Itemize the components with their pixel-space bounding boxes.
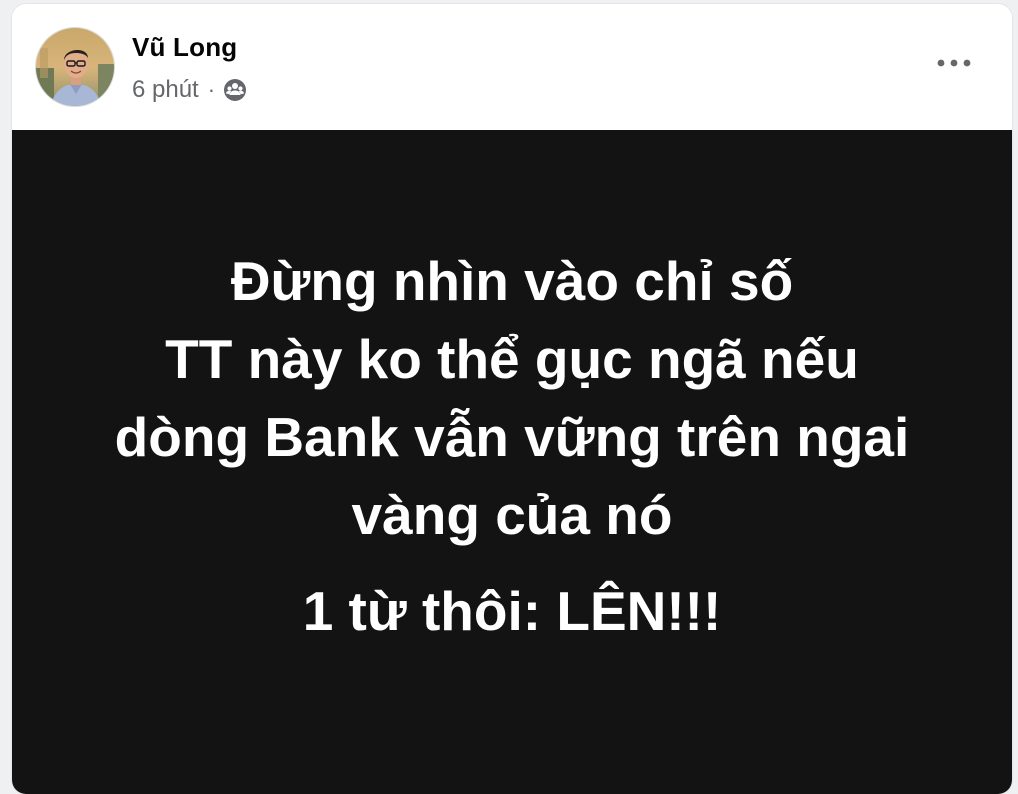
post-body-text: Đừng nhìn vào chỉ số TT này ko thể gục n… [12,242,1012,650]
more-options-icon [937,59,971,67]
post-timestamp[interactable]: 6 phút [132,76,199,104]
avatar-photo-icon [36,28,114,106]
post-text-line: vàng của nó [351,484,673,546]
post-text-spacer [12,554,1012,572]
post-text-background: Đừng nhìn vào chỉ số TT này ko thể gục n… [12,130,1012,794]
post-card: Vũ Long 6 phút · Đừng nhìn vào chỉ số TT… [12,4,1012,794]
post-header: Vũ Long 6 phút · [12,4,1012,130]
author-name[interactable]: Vũ Long [132,32,237,63]
post-text-line: TT này ko thể gục ngã nếu [165,328,859,390]
meta-separator: · [207,77,216,102]
more-options-button[interactable] [934,48,974,78]
author-avatar[interactable] [35,27,115,107]
friends-audience-icon[interactable] [223,78,247,102]
post-meta: 6 phút · [132,76,247,104]
post-closing-line: 1 từ thôi: LÊN!!! [302,580,722,642]
post-text-line: Đừng nhìn vào chỉ số [230,250,794,312]
post-text-line: dòng Bank vẫn vững trên ngai [114,406,910,468]
